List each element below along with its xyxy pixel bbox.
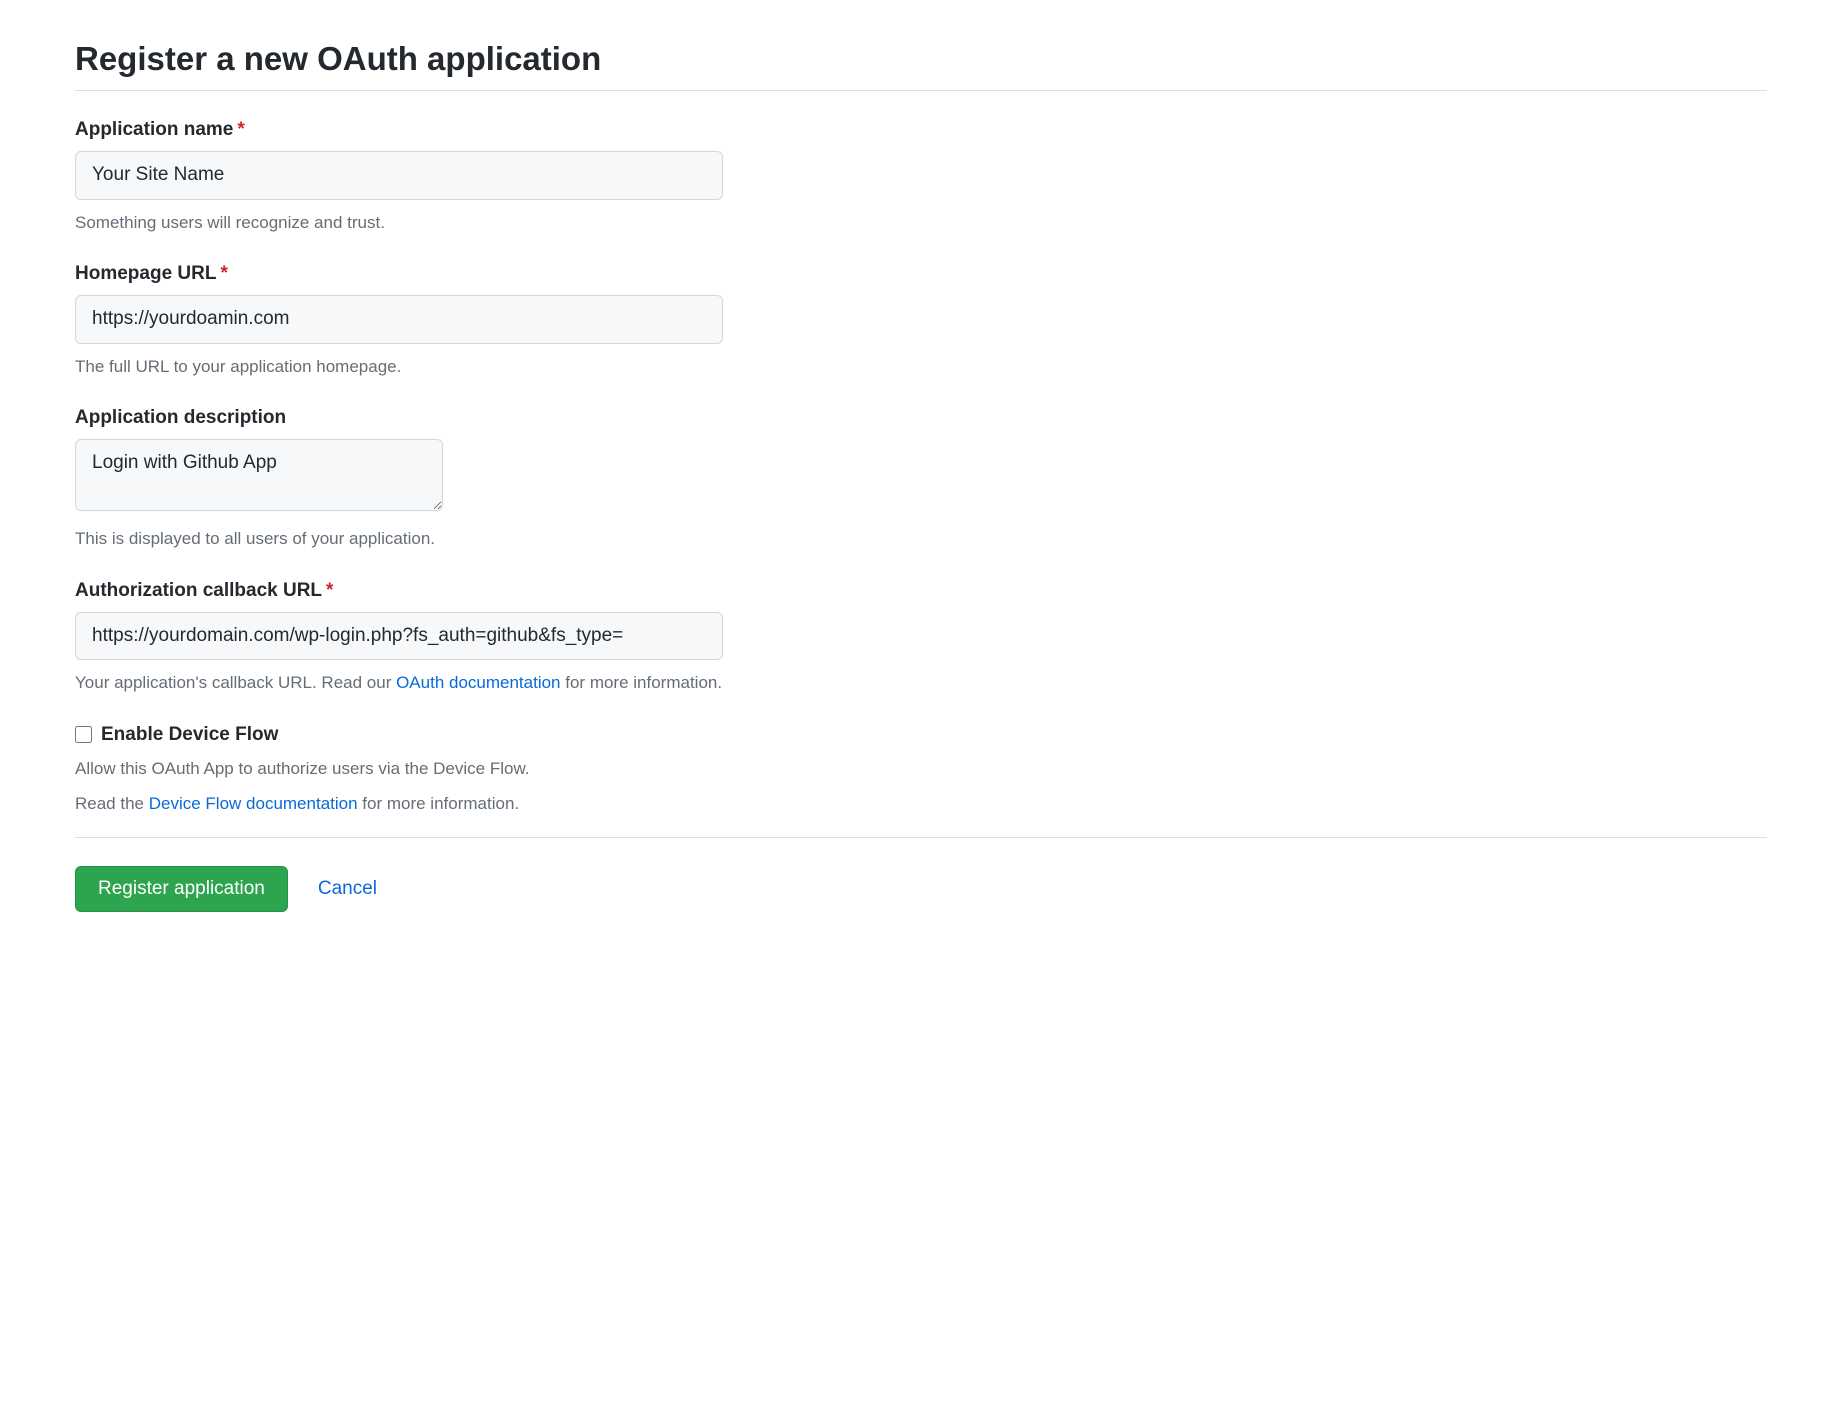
device-flow-label: Enable Device Flow: [101, 724, 278, 746]
device-flow-hint-1: Allow this OAuth App to authorize users …: [75, 756, 1767, 782]
callback-url-hint: Your application's callback URL. Read ou…: [75, 670, 1767, 696]
app-description-label-text: Application description: [75, 407, 286, 428]
callback-url-input[interactable]: [75, 612, 723, 661]
device-flow-checkbox[interactable]: [75, 726, 92, 743]
app-description-textarea[interactable]: Login with Github App: [75, 439, 443, 511]
required-asterisk-icon: *: [326, 580, 333, 601]
app-name-label: Application name*: [75, 119, 1767, 141]
homepage-url-label: Homepage URL*: [75, 263, 1767, 285]
required-asterisk-icon: *: [237, 119, 244, 140]
callback-url-label-text: Authorization callback URL: [75, 580, 322, 601]
app-name-hint: Something users will recognize and trust…: [75, 210, 1767, 236]
homepage-url-hint: The full URL to your application homepag…: [75, 354, 1767, 380]
oauth-documentation-link[interactable]: OAuth documentation: [396, 673, 560, 692]
app-name-group: Application name* Something users will r…: [75, 119, 1767, 235]
homepage-url-input[interactable]: [75, 295, 723, 344]
device-flow-group: Enable Device Flow Allow this OAuth App …: [75, 724, 1767, 817]
homepage-url-group: Homepage URL* The full URL to your appli…: [75, 263, 1767, 379]
register-application-button[interactable]: Register application: [75, 866, 288, 912]
app-name-label-text: Application name: [75, 119, 233, 140]
app-description-group: Application description Login with Githu…: [75, 407, 1767, 552]
homepage-url-label-text: Homepage URL: [75, 263, 216, 284]
page-title: Register a new OAuth application: [75, 40, 1767, 91]
button-row: Register application Cancel: [75, 866, 1767, 912]
callback-url-hint-before: Your application's callback URL. Read ou…: [75, 673, 396, 692]
callback-url-hint-after: for more information.: [561, 673, 723, 692]
required-asterisk-icon: *: [220, 263, 227, 284]
app-description-label: Application description: [75, 407, 1767, 429]
form-divider: [75, 837, 1767, 838]
callback-url-label: Authorization callback URL*: [75, 580, 1767, 602]
app-name-input[interactable]: [75, 151, 723, 200]
device-flow-checkbox-row: Enable Device Flow: [75, 724, 1767, 746]
cancel-button[interactable]: Cancel: [318, 878, 377, 900]
device-flow-hint-2-before: Read the: [75, 794, 149, 813]
device-flow-hint-2-after: for more information.: [358, 794, 520, 813]
device-flow-hint-2: Read the Device Flow documentation for m…: [75, 791, 1767, 817]
app-description-hint: This is displayed to all users of your a…: [75, 526, 1767, 552]
device-flow-documentation-link[interactable]: Device Flow documentation: [149, 794, 358, 813]
callback-url-group: Authorization callback URL* Your applica…: [75, 580, 1767, 696]
